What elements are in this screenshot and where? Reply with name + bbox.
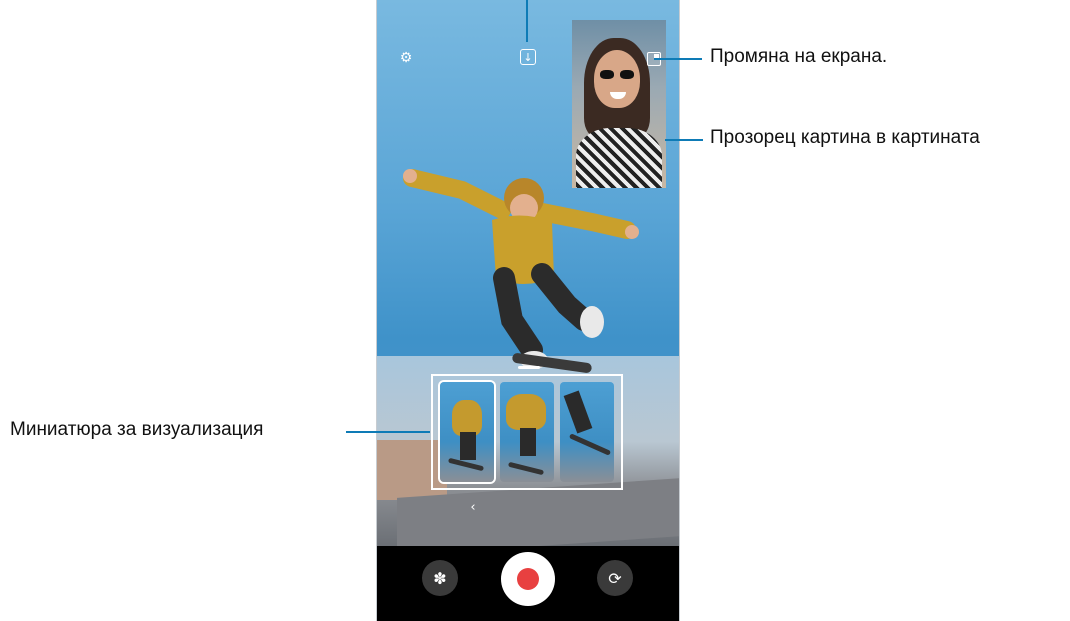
- gear-icon[interactable]: ⚙: [397, 49, 415, 67]
- camera-flip-icon[interactable]: ⟳: [597, 560, 633, 596]
- callout-line-switch-screen: [654, 58, 702, 60]
- pip-person-shirt: [576, 128, 662, 188]
- camera-control-bar: ✽ ⟳: [377, 546, 679, 621]
- pip-window[interactable]: [572, 20, 666, 188]
- pip-person-face: [594, 50, 640, 108]
- preview-thumbnail[interactable]: [440, 382, 494, 482]
- callout-pip-window: Прозорец картина в картината: [710, 127, 980, 148]
- preview-thumbnail[interactable]: [500, 382, 554, 482]
- callout-line-thumbnail: [346, 431, 430, 433]
- download-icon[interactable]: ↓: [520, 49, 536, 65]
- callout-switch-screen: Промяна на екрана.: [710, 46, 888, 67]
- chevron-left-icon[interactable]: ‹: [467, 500, 479, 515]
- preview-thumbnail[interactable]: [560, 382, 614, 482]
- drag-handle[interactable]: [518, 366, 540, 369]
- callout-line-pip-window: [665, 139, 703, 141]
- callout-preview-thumbnail: Миниатюра за визуализация: [10, 419, 264, 440]
- pip-sunglasses: [600, 70, 636, 79]
- callout-line-save: [526, 0, 528, 42]
- phone-screen: ⚙ ↓ ‹ ✽ ⟳: [376, 0, 680, 621]
- effects-icon[interactable]: ✽: [422, 560, 458, 596]
- record-button[interactable]: [501, 552, 555, 606]
